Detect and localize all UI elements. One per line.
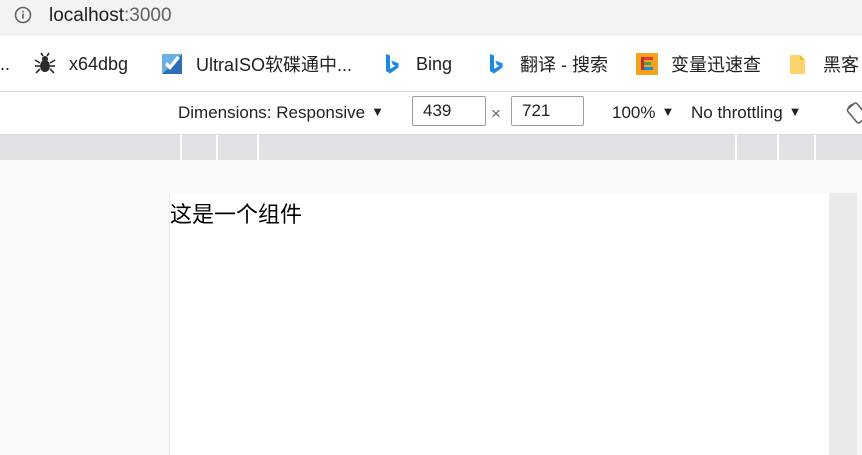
address-bar[interactable]: localhost:3000 (0, 0, 862, 35)
bookmark-label: 黑客 (823, 55, 859, 75)
dimensions-dropdown[interactable]: Dimensions: Responsive ▼ (178, 103, 384, 123)
bookmark-label: Bing (416, 53, 453, 74)
bookmark-ultraiso[interactable]: UltraISO软碟通中... (160, 51, 352, 77)
info-icon[interactable] (14, 6, 32, 24)
bookmark-x64dbg[interactable]: x64dbg (33, 51, 128, 77)
url-host: localhost (49, 5, 124, 26)
bookmark-label: 变量迅速查 (671, 55, 761, 75)
folder-icon (790, 55, 805, 74)
bookmark-translate[interactable]: 翻译 - 搜索 (484, 51, 608, 77)
dimension-separator: × (491, 104, 501, 123)
zoom-label: 100% (612, 103, 656, 122)
throttling-label: No throttling (691, 103, 783, 122)
component-text: 这是一个组件 (170, 203, 303, 228)
bookmark-label: x64dbg (69, 53, 129, 74)
bookmark-overflow-label: .. (0, 53, 11, 74)
width-input[interactable] (412, 96, 486, 126)
bookmark-label: 翻译 - 搜索 (520, 55, 608, 75)
height-input[interactable] (511, 96, 584, 126)
bookmark-folder-hacker[interactable]: 黑客 (787, 51, 859, 77)
ruler-divider (735, 135, 737, 160)
url-text[interactable]: localhost:3000 (49, 5, 172, 27)
url-port: :3000 (124, 5, 172, 26)
throttling-dropdown[interactable]: No throttling ▼ (691, 103, 802, 123)
ruler-divider (216, 135, 218, 160)
ruler-divider (257, 135, 259, 160)
chevron-down-icon: ▼ (661, 104, 675, 119)
chevron-down-icon: ▼ (788, 104, 802, 119)
rotate-icon[interactable] (846, 102, 862, 124)
emulated-page: 这是一个组件 (169, 193, 829, 455)
ruler-divider (777, 135, 779, 160)
ruler-divider (180, 135, 182, 160)
zoom-dropdown[interactable]: 100% ▼ (612, 103, 674, 123)
bookmarks-bar: .. x64dbg UltraISO软碟通中... Bing 翻译 - 搜索 变… (0, 35, 862, 92)
ultraiso-icon (162, 54, 182, 74)
media-query-ruler[interactable] (0, 135, 862, 160)
bookmark-label: UltraISO软碟通中... (196, 55, 353, 75)
bookmark-bing[interactable]: Bing (380, 51, 452, 77)
bing-icon (490, 54, 503, 74)
resize-gutter[interactable] (829, 193, 857, 455)
bookmark-codelf[interactable]: 变量迅速查 (635, 51, 761, 77)
bookmark-overflow[interactable]: .. (0, 51, 10, 77)
bug-icon (34, 52, 56, 74)
chevron-down-icon: ▼ (371, 104, 384, 119)
device-toolbar: Dimensions: Responsive ▼ × 100% ▼ No throt… (0, 92, 862, 135)
ruler-divider (814, 135, 816, 160)
dimensions-label: Dimensions: Responsive (178, 103, 366, 122)
codelf-icon (636, 53, 658, 75)
bing-icon (386, 54, 399, 74)
